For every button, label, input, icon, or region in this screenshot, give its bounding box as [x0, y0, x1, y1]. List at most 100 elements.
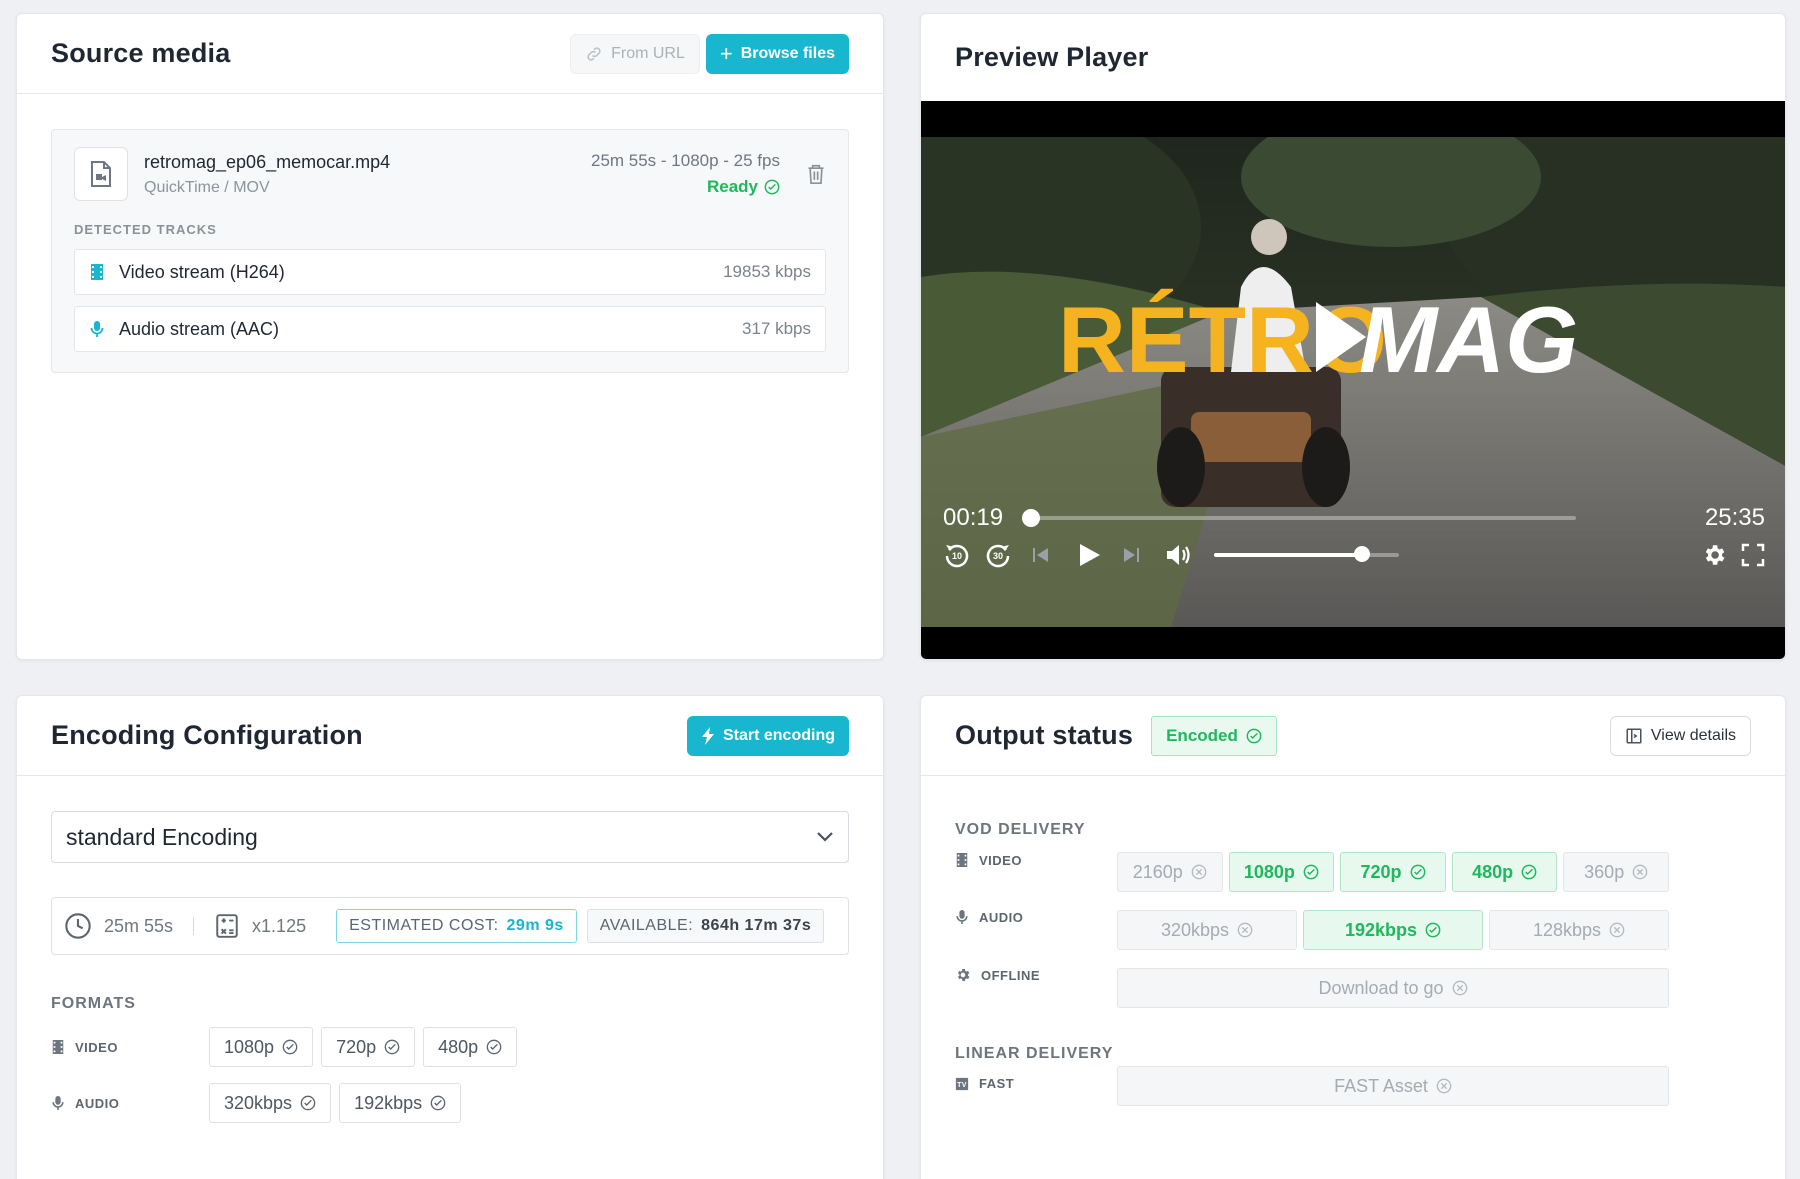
encoding-header: Encoding Configuration Start encoding: [17, 696, 883, 776]
video-label: VIDEO: [75, 1039, 118, 1055]
rendition-chip-audio: 128kbps: [1489, 910, 1669, 950]
rendition-label: 320kbps: [1160, 919, 1230, 940]
start-encoding-label: Start encoding: [722, 726, 835, 744]
lightning-icon: [701, 726, 714, 745]
x-circle-icon: [1436, 1078, 1452, 1094]
fullscreen-icon[interactable]: [1741, 543, 1765, 567]
preview-player-title: Preview Player: [955, 42, 1149, 72]
file-meta: 25m 55s - 1080p - 25 fps: [590, 151, 780, 170]
source-media-title: Source media: [51, 38, 231, 68]
format-chip-video[interactable]: 720p: [321, 1027, 416, 1067]
tv-icon: TV: [955, 1077, 969, 1090]
forward-30-icon[interactable]: 30: [984, 541, 1012, 569]
offline-label: OFFLINE: [981, 967, 1041, 983]
x-circle-icon: [1237, 922, 1253, 938]
check-circle-icon: [1410, 864, 1426, 880]
browse-files-button[interactable]: + Browse files: [705, 33, 849, 74]
file-status-label: Ready: [706, 177, 758, 196]
film-icon: [956, 853, 968, 867]
logo-mag-text: MAG: [1359, 287, 1578, 392]
view-details-button[interactable]: View details: [1609, 715, 1751, 756]
format-chip-audio[interactable]: 192kbps: [339, 1083, 462, 1123]
volume-icon[interactable]: [1164, 541, 1194, 569]
rendition-chip-video: 360p: [1563, 852, 1669, 892]
settings-gear-icon[interactable]: [1701, 542, 1727, 568]
file-type: QuickTime / MOV: [144, 178, 270, 196]
encoding-configuration-panel: Encoding Configuration Start encoding st…: [16, 695, 884, 1179]
video-row-label: VIDEO: [51, 1039, 209, 1055]
current-time: 00:19: [943, 504, 1004, 531]
x-circle-icon: [1609, 922, 1625, 938]
file-card: retromag_ep06_memocar.mp4 QuickTime / MO…: [51, 129, 849, 373]
check-circle-icon: [1303, 864, 1319, 880]
file-status: Ready: [707, 177, 780, 197]
check-circle-icon: [1425, 922, 1441, 938]
format-label: 1080p: [224, 1036, 275, 1057]
rendition-chip-audio: 320kbps: [1117, 910, 1297, 950]
play-icon[interactable]: [1075, 541, 1103, 569]
video-player[interactable]: RÉTRO MAG 00:19 25:35 10 30: [921, 101, 1785, 659]
rendition-chip-video: 2160p: [1117, 852, 1223, 892]
duration: 25:35: [1704, 504, 1765, 531]
estimated-cost-tag: ESTIMATED COST: 29m 9s: [336, 909, 577, 943]
rewind-10-icon[interactable]: 10: [943, 541, 971, 569]
seek-bar[interactable]: [1024, 516, 1576, 520]
source-media-header: Source media From URL + Browse files: [17, 14, 883, 94]
start-encoding-button[interactable]: Start encoding: [686, 715, 849, 756]
rendition-label: 192kbps: [1344, 919, 1418, 940]
estimated-cost-value: 29m 9s: [506, 917, 564, 934]
seek-handle[interactable]: [1021, 509, 1040, 527]
file-video-icon: [74, 147, 128, 201]
x-circle-icon: [1452, 980, 1467, 996]
previous-icon[interactable]: [1031, 545, 1051, 565]
output-fast-label: TV FAST: [955, 1076, 1014, 1091]
download-to-go-chip: Download to go: [1117, 968, 1669, 1008]
svg-text:TV: TV: [957, 1082, 967, 1089]
estimated-cost-label: ESTIMATED COST:: [349, 917, 499, 934]
check-circle-icon: [1246, 728, 1262, 743]
svg-text:10: 10: [952, 551, 962, 561]
audio-label: AUDIO: [75, 1095, 120, 1111]
rendition-chip-video: 720p: [1340, 852, 1446, 892]
mic-icon: [52, 1096, 64, 1110]
format-label: 720p: [336, 1036, 377, 1057]
video-label: VIDEO: [979, 852, 1022, 868]
mic-icon: [90, 321, 104, 337]
volume-handle[interactable]: [1354, 546, 1370, 562]
film-icon: [91, 264, 103, 280]
output-audio-label: AUDIO: [955, 909, 1023, 925]
video-format-chips: 1080p 720p 480p: [209, 1027, 518, 1067]
duration-value: 25m 55s: [104, 915, 174, 936]
preset-select[interactable]: standard Encoding: [51, 811, 849, 863]
output-title: Output status: [955, 720, 1134, 750]
fast-asset-label: FAST Asset: [1334, 1075, 1428, 1096]
from-url-label: From URL: [611, 44, 685, 62]
trash-icon[interactable]: [806, 163, 826, 185]
check-circle-icon: [300, 1095, 316, 1111]
format-chip-video[interactable]: 480p: [423, 1027, 518, 1067]
audio-formats-row: AUDIO 320kbps 192kbps: [51, 1083, 883, 1123]
browse-files-label: Browse files: [740, 44, 835, 62]
calculator-icon: [216, 914, 238, 938]
vod-delivery-label: VOD DELIVERY: [955, 821, 1086, 838]
next-icon[interactable]: [1121, 545, 1141, 565]
output-status-panel: Output status Encoded View details VOD D…: [920, 695, 1786, 1179]
encoding-title: Encoding Configuration: [51, 720, 363, 750]
rendition-label: 360p: [1584, 861, 1625, 882]
track-name: Video stream (H264): [119, 261, 285, 282]
from-url-button[interactable]: From URL: [570, 33, 700, 74]
plus-icon: +: [719, 40, 733, 66]
check-circle-icon: [430, 1095, 446, 1111]
formats-label: FORMATS: [51, 995, 136, 1012]
format-chip-audio[interactable]: 320kbps: [209, 1083, 332, 1123]
format-chip-video[interactable]: 1080p: [209, 1027, 314, 1067]
output-offline-label: OFFLINE: [955, 967, 1040, 983]
format-label: 320kbps: [224, 1092, 293, 1113]
linear-delivery-label: LINEAR DELIVERY: [955, 1045, 1114, 1062]
output-video-label: VIDEO: [955, 852, 1022, 868]
rendition-label: 2160p: [1132, 861, 1183, 882]
chevron-down-icon: [817, 832, 833, 842]
format-label: 480p: [438, 1036, 479, 1057]
track-rate: 317 kbps: [742, 319, 811, 338]
x-circle-icon: [1632, 864, 1648, 880]
